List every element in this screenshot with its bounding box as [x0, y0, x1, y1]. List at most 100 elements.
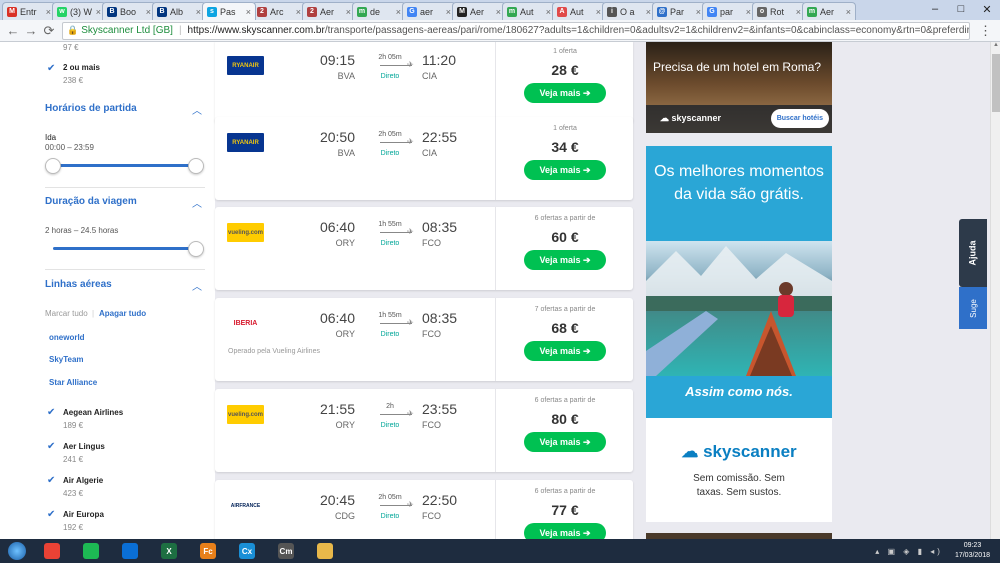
tray-icons[interactable]: ▴ ▣ ◈ ▮ ◂) — [875, 547, 943, 556]
airline-checkbox[interactable]: ✔ — [47, 510, 56, 520]
browser-tab[interactable]: M Aer × — [452, 2, 506, 20]
alliance-star-alliance[interactable]: Star Alliance — [49, 378, 97, 387]
browser-tab[interactable]: w (3) W × — [52, 2, 106, 20]
arrival-airport: FCO — [422, 511, 441, 521]
departure-slider-min-handle[interactable] — [45, 158, 61, 174]
forward-icon[interactable]: → — [22, 23, 40, 38]
browser-tab[interactable]: Gpar × — [702, 2, 756, 20]
stops-2plus-checkbox[interactable]: ✔ — [47, 64, 56, 74]
tab-favicon-icon: w — [57, 6, 67, 17]
departure-airport: ORY — [335, 420, 355, 430]
tab-close-icon[interactable]: × — [346, 7, 351, 17]
close-icon[interactable]: ✕ — [974, 0, 1000, 18]
taskbar-app-cm[interactable]: Cm — [268, 540, 304, 562]
tab-close-icon[interactable]: × — [146, 7, 151, 17]
flight-card[interactable]: vueling.com 06:40 ORY 1h 55m ✈ Direto 08:35 FCO… — [215, 207, 633, 290]
flight-card[interactable]: AIRFRANCE20:45CDG2h 05m✈Direto22:50FCOOp… — [215, 480, 633, 539]
duration-slider-track[interactable] — [53, 247, 196, 250]
clear-all-link[interactable]: Apagar tudo — [99, 309, 146, 318]
start-button[interactable] — [0, 539, 34, 563]
see-more-button[interactable]: Veja mais ➔ — [524, 432, 606, 452]
reload-icon[interactable]: ⟳ — [40, 23, 58, 39]
browser-tab[interactable]: @ Par × — [652, 2, 706, 20]
skyscanner-ad[interactable]: Os melhores momentos da vida são grátis.… — [646, 146, 832, 522]
tab-close-icon[interactable]: × — [646, 7, 651, 17]
help-tab[interactable]: Ajuda — [959, 219, 987, 287]
tab-close-icon[interactable]: × — [796, 7, 801, 17]
taskbar-app-excel[interactable]: X — [151, 540, 187, 562]
taskbar-app-explorer[interactable] — [307, 540, 343, 562]
browser-menu-icon[interactable]: ⋮ — [979, 23, 992, 39]
browser-tab[interactable]: o Rot × — [752, 2, 806, 20]
browser-tab[interactable]: m Aut × — [502, 2, 556, 20]
departure-slider-track[interactable] — [53, 164, 196, 167]
page-scrollbar[interactable]: ▲ — [990, 42, 1000, 539]
duration-heading[interactable]: Duração da viagem — [45, 196, 137, 207]
tab-close-icon[interactable]: × — [846, 7, 851, 17]
flight-card[interactable]: vueling.com 21:55 ORY 2h ✈ Direto 23:55 FCO 6 of… — [215, 389, 633, 472]
browser-tab[interactable]: iO a × — [602, 2, 656, 20]
tab-close-icon[interactable]: × — [746, 7, 751, 17]
taskbar-app-spotify[interactable] — [73, 540, 109, 562]
browser-tab[interactable]: m de × — [352, 2, 406, 20]
tab-close-icon[interactable]: × — [596, 7, 601, 17]
airline-checkbox[interactable]: ✔ — [47, 442, 56, 452]
see-more-button[interactable]: Veja mais ➔ — [524, 523, 606, 539]
see-more-button[interactable]: Veja mais ➔ — [524, 160, 606, 180]
browser-tab[interactable]: B Alb × — [152, 2, 206, 20]
flight-card[interactable]: IBERIA 06:40 ORY 1h 55m ✈ Direto 08:35 FCO Opera… — [215, 298, 633, 381]
tab-close-icon[interactable]: × — [546, 7, 551, 17]
departure-slider-max-handle[interactable] — [188, 158, 204, 174]
clock[interactable]: 09:23 17/03/2018 — [955, 541, 990, 561]
taskbar-app-chrome[interactable] — [34, 540, 70, 562]
tab-close-icon[interactable]: × — [46, 7, 51, 17]
plane-icon: ✈ — [407, 409, 414, 418]
flight-card[interactable]: RYANAIR 20:50 BVA 2h 05m ✈ Direto 22:55 CIA 1 of… — [215, 117, 633, 200]
tab-close-icon[interactable]: × — [96, 7, 101, 17]
tab-close-icon[interactable]: × — [246, 7, 251, 17]
search-hotels-button[interactable]: Buscar hotéis — [770, 109, 829, 128]
stops-label: Direto — [380, 150, 400, 157]
tab-close-icon[interactable]: × — [446, 7, 451, 17]
browser-tab[interactable]: 2 Arc × — [252, 2, 306, 20]
chevron-up-icon[interactable]: ︿ — [192, 278, 202, 293]
browser-tab[interactable]: M Entr × — [2, 2, 56, 20]
browser-tab[interactable]: s Pas × — [202, 2, 256, 20]
see-more-button[interactable]: Veja mais ➔ — [524, 83, 606, 103]
select-all-link[interactable]: Marcar tudo — [45, 309, 88, 318]
back-icon[interactable]: ← — [4, 23, 22, 38]
see-more-button[interactable]: Veja mais ➔ — [524, 341, 606, 361]
maximize-icon[interactable]: □ — [948, 0, 974, 18]
taskbar-app-onedrive[interactable] — [112, 540, 148, 562]
duration-slider-handle[interactable] — [188, 241, 204, 257]
chevron-up-icon[interactable]: ︿ — [192, 195, 202, 210]
url-bar[interactable]: 🔒 Skyscanner Ltd [GB] | https://www.skys… — [62, 21, 970, 40]
tab-close-icon[interactable]: × — [296, 7, 301, 17]
airline-checkbox[interactable]: ✔ — [47, 476, 56, 486]
hotel-ad[interactable]: Precisa de um hotel em Roma? ☁ skyscanne… — [646, 42, 832, 133]
alliance-skyteam[interactable]: SkyTeam — [49, 355, 84, 364]
suggestions-tab[interactable]: Suge — [959, 287, 987, 329]
browser-tab[interactable]: 2 Aer × — [302, 2, 356, 20]
departure-times-heading[interactable]: Horários de partida — [45, 103, 137, 114]
browser-tab[interactable]: Gaer × — [402, 2, 456, 20]
see-more-button[interactable]: Veja mais ➔ — [524, 250, 606, 270]
scroll-up-icon[interactable]: ▲ — [991, 42, 1000, 48]
browser-tab[interactable]: m Aer × — [802, 2, 856, 20]
tab-close-icon[interactable]: × — [496, 7, 501, 17]
tab-close-icon[interactable]: × — [196, 7, 201, 17]
chevron-up-icon[interactable]: ︿ — [192, 102, 202, 117]
flight-card[interactable]: RYANAIR 09:15 BVA 2h 05m ✈ Direto 11:20 CIA 1 of… — [215, 42, 633, 123]
browser-tab[interactable]: A Aut × — [552, 2, 606, 20]
scrollbar-thumb[interactable] — [992, 54, 1000, 112]
alliance-oneworld[interactable]: oneworld — [49, 333, 85, 342]
tab-close-icon[interactable]: × — [396, 7, 401, 17]
taskbar-app-cx[interactable]: Cx — [229, 540, 265, 562]
taskbar-app-fc[interactable]: Fc — [190, 540, 226, 562]
airlines-heading[interactable]: Linhas aéreas — [45, 279, 112, 290]
minimize-icon[interactable]: – — [922, 0, 948, 18]
tab-close-icon[interactable]: × — [696, 7, 701, 17]
tab-favicon-icon: m — [507, 6, 517, 17]
browser-tab[interactable]: B Boo × — [102, 2, 156, 20]
airline-checkbox[interactable]: ✔ — [47, 408, 56, 418]
